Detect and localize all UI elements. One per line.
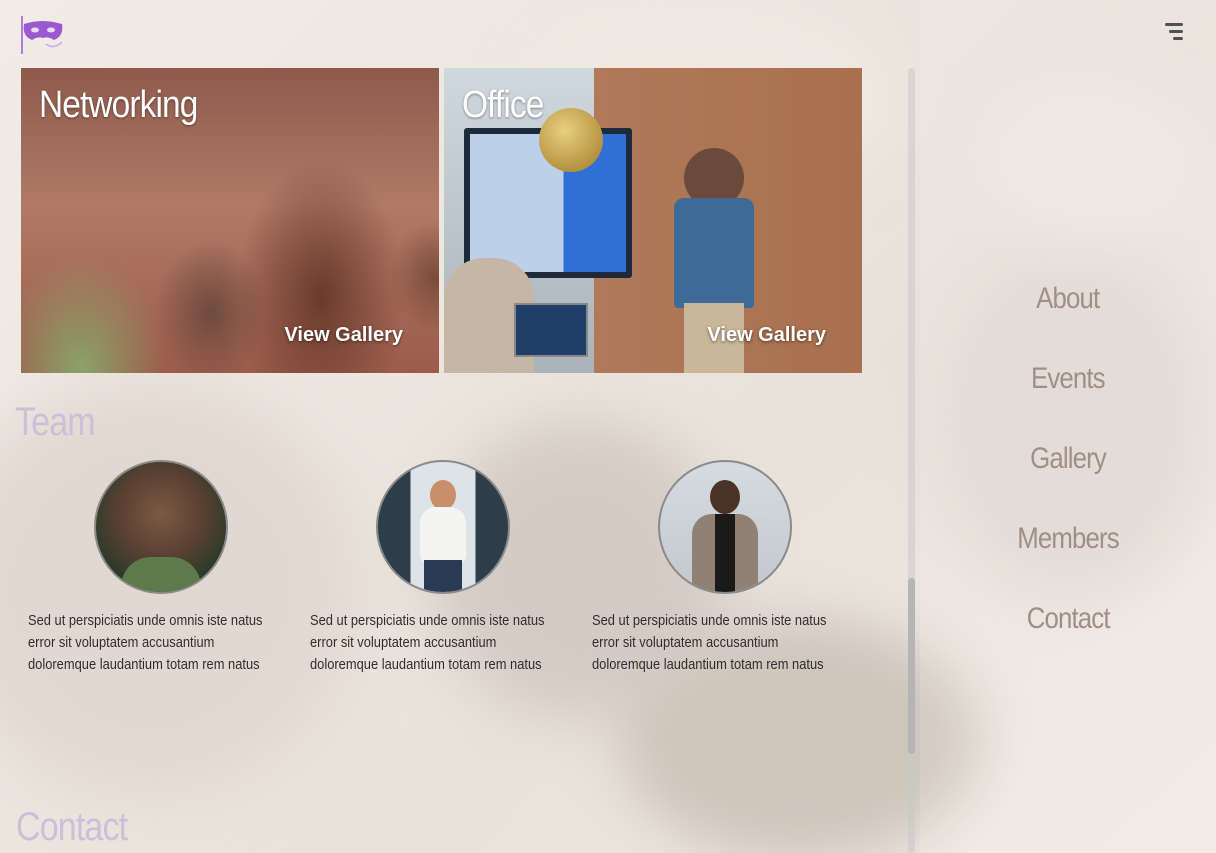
view-gallery-link[interactable]: View Gallery [284, 324, 403, 347]
scrollbar-thumb[interactable] [908, 578, 915, 754]
nav-item-gallery[interactable]: Gallery [920, 442, 1216, 476]
view-gallery-link[interactable]: View Gallery [707, 324, 826, 347]
gallery-title: Networking [39, 84, 198, 126]
gallery-card-networking[interactable]: Networking View Gallery [21, 68, 439, 373]
contact-heading: Contact [16, 805, 128, 849]
nav-item-members[interactable]: Members [920, 522, 1216, 556]
team-member-card: Sed ut perspiciatis unde omnis iste natu… [310, 460, 576, 676]
avatar [376, 460, 510, 594]
member-bio: Sed ut perspiciatis unde omnis iste natu… [592, 612, 827, 673]
side-nav: About Events Gallery Members Contact [920, 0, 1216, 853]
gallery-card-office[interactable]: Office View Gallery [444, 68, 862, 373]
party-mask-icon [21, 16, 63, 54]
avatar [94, 460, 228, 594]
logo[interactable] [18, 14, 66, 56]
team-heading: Team [15, 400, 96, 444]
gallery-title: Office [462, 84, 544, 126]
nav-item-contact[interactable]: Contact [920, 602, 1216, 636]
member-bio: Sed ut perspiciatis unde omnis iste natu… [28, 612, 263, 673]
nav-item-about[interactable]: About [920, 282, 1216, 316]
nav-item-events[interactable]: Events [920, 362, 1216, 396]
team-member-card: Sed ut perspiciatis unde omnis iste natu… [592, 460, 858, 676]
team-member-card: Sed ut perspiciatis unde omnis iste natu… [28, 460, 294, 676]
avatar [658, 460, 792, 594]
member-bio: Sed ut perspiciatis unde omnis iste natu… [310, 612, 545, 673]
